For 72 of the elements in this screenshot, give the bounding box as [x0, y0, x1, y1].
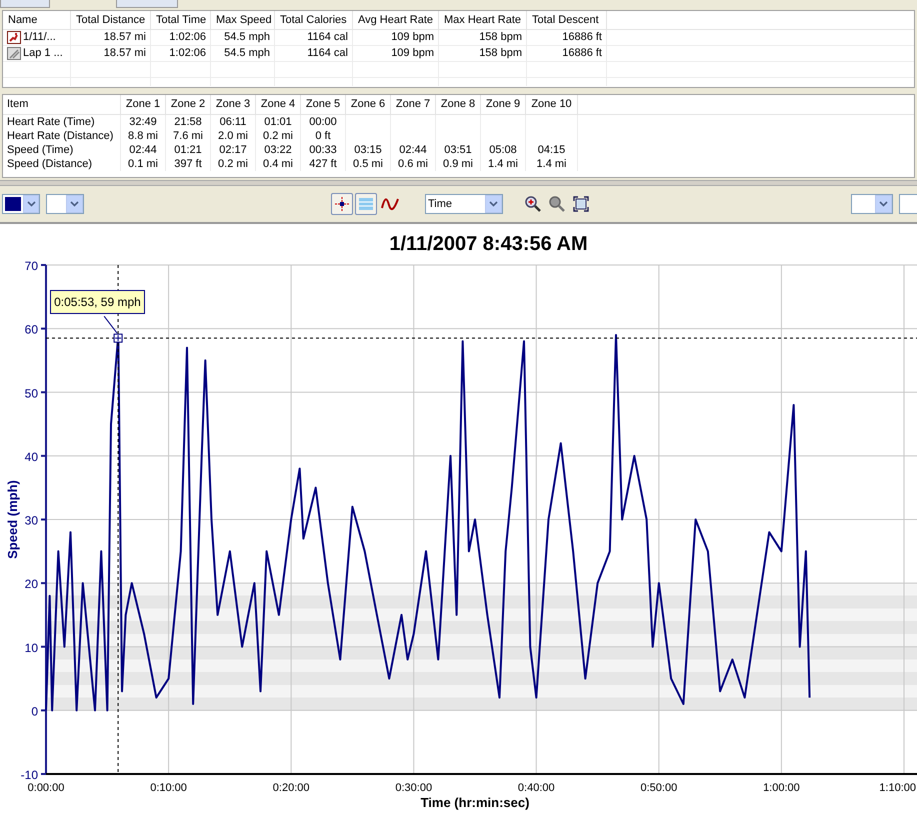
table-cell-text: 0 ft [315, 128, 331, 144]
table-cell-text: 158 bpm [479, 46, 522, 62]
table-cell-text: 1:02:06 [169, 30, 206, 46]
table-cell-text: 0.4 mi [263, 156, 293, 172]
table-cell-text: 16886 ft [562, 46, 602, 62]
table-cell-text: 0.1 mi [128, 156, 158, 172]
y-tick-label: 30 [24, 514, 38, 528]
table-cell-text: Speed (Distance) [7, 156, 92, 172]
x-tick-label: 0:10:00 [150, 782, 187, 794]
table-cell-text: 05:08 [489, 142, 517, 158]
table-cell-text: Speed (Time) [7, 142, 74, 158]
table-cell-text: 00:00 [309, 114, 337, 130]
table-cell-text: 0.2 mi [263, 128, 293, 144]
table-cell-text: 0.9 mi [443, 156, 473, 172]
table-cell-text: 02:17 [219, 142, 247, 158]
table-cell-text: 02:44 [129, 142, 157, 158]
table-cell-text: 1164 cal [307, 30, 348, 46]
y-tick-label: 50 [24, 386, 38, 400]
table-cell-text: 01:21 [174, 142, 202, 158]
y-tick-label: -10 [20, 768, 38, 782]
chart-title: 1/11/2007 8:43:56 AM [389, 232, 588, 256]
tooltip: 0:05:53, 59 mph [50, 290, 145, 314]
table-cell-text: 54.5 mph [224, 46, 270, 62]
table-cell-text: 0.2 mi [218, 156, 248, 172]
y-axis-title: Speed (mph) [5, 480, 20, 559]
table-cell-text: 18.57 mi [104, 46, 146, 62]
table-cell-text: 03:15 [354, 142, 382, 158]
table-cell-text: 1.4 mi [488, 156, 518, 172]
x-tick-label: 0:50:00 [640, 782, 678, 794]
table-cell-text: 21:58 [174, 114, 202, 130]
table-cell-text: 0.6 mi [398, 156, 428, 172]
table-cell-text: Heart Rate (Time) [7, 114, 95, 130]
table-cell-text: 18.57 mi [104, 30, 146, 46]
x-tick-label: 0:20:00 [272, 782, 310, 794]
y-tick-label: 60 [24, 322, 38, 337]
table-cell-text: 7.6 mi [173, 128, 203, 144]
dropdown-value: Time [428, 196, 452, 212]
y-tick-label: 0 [31, 704, 38, 718]
table-cell-text: 00:33 [309, 142, 337, 158]
table-cell-text: 54.5 mph [224, 30, 270, 46]
table-cell-text: 0.5 mi [353, 156, 383, 172]
x-tick-label: 0:40:00 [518, 782, 555, 794]
y-tick-label: 20 [24, 577, 38, 592]
table-cell-text: 32:49 [129, 114, 157, 130]
table-cell-text: 397 ft [174, 156, 202, 172]
table-cell-text: 03:51 [444, 142, 472, 158]
table-cell-text: Lap 1 ... [23, 46, 63, 62]
x-axis-title: Time (hr:min:sec) [420, 795, 530, 810]
x-tick-label: 1:10:00 [879, 782, 916, 794]
y-tick-label: 40 [24, 450, 38, 464]
table-cell-text: 03:22 [264, 142, 292, 158]
table-cell-text: 109 bpm [391, 46, 434, 62]
y-tick-label: 70 [24, 259, 38, 273]
y-tick-label: 10 [24, 640, 38, 655]
table-cell-text: 1164 cal [307, 46, 348, 62]
table-cell-text: 02:44 [399, 142, 427, 158]
table-cell-text: 158 bpm [479, 30, 522, 46]
table-cell-text: 427 ft [309, 156, 337, 172]
table-cell-text: 01:01 [264, 114, 292, 130]
table-cell-text: 1.4 mi [536, 156, 566, 172]
table-cell-text: 16886 ft [562, 30, 602, 46]
table-cell-text: 8.8 mi [128, 128, 158, 144]
table-cell-text: 1:02:06 [169, 46, 206, 62]
x-tick-label: 0:30:00 [395, 782, 432, 794]
table-cell-text: 1/11/... [23, 30, 56, 46]
table-cell-text: Heart Rate (Distance) [7, 128, 114, 144]
table-cell-text: 06:11 [220, 114, 246, 130]
table-cell-text: 109 bpm [391, 30, 434, 46]
table-cell-text: 2.0 mi [218, 128, 248, 144]
table-cell-text: 04:15 [538, 142, 566, 158]
x-tick-label: 0:00:00 [28, 782, 64, 794]
x-tick-label: 1:00:00 [763, 782, 800, 794]
